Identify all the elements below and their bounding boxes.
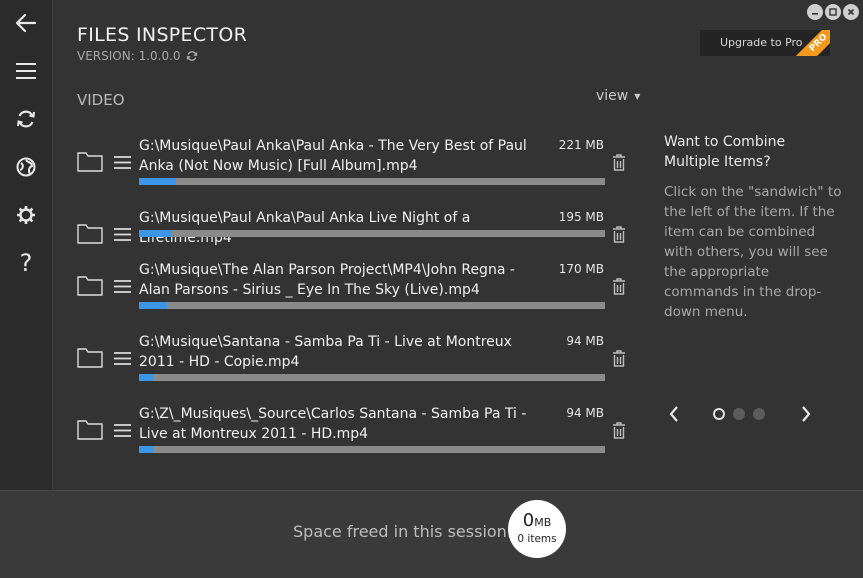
update-check-icon[interactable] <box>186 50 198 62</box>
trash-icon[interactable] <box>612 154 626 171</box>
file-progress-fill <box>139 446 153 453</box>
help-button[interactable]: ? <box>6 245 46 281</box>
file-progress-bar <box>139 302 605 309</box>
close-button[interactable] <box>843 4 859 20</box>
file-name: G:\Musique\Santana - Samba Pa Ti - Live … <box>139 334 512 370</box>
minimize-button[interactable] <box>807 4 823 20</box>
sidebar: ? <box>0 0 53 490</box>
sandwich-menu-icon[interactable] <box>114 424 131 437</box>
carousel-dot[interactable] <box>753 408 765 420</box>
trash-icon[interactable] <box>612 278 626 295</box>
space-freed-indicator: 0MB 0 items <box>508 500 566 558</box>
footer: Space freed in this session: 0MB 0 items <box>0 490 863 578</box>
refresh-button[interactable] <box>6 101 46 137</box>
file-row: G:\Z\_Musiques\_Source\Carlos Santana - … <box>77 404 637 460</box>
freed-items: 0 items <box>517 533 557 545</box>
file-name: G:\Z\_Musiques\_Source\Carlos Santana - … <box>139 406 527 442</box>
file-size: 221 MB <box>558 138 604 152</box>
file-size: 170 MB <box>558 262 604 276</box>
file-progress-fill <box>139 178 177 185</box>
question-icon: ? <box>19 249 33 277</box>
trash-icon[interactable] <box>612 226 626 243</box>
sandwich-menu-icon[interactable] <box>114 352 131 365</box>
file-name: G:\Musique\The Alan Parson Project\MP4\J… <box>139 262 515 298</box>
app-title: FILES INSPECTOR <box>77 24 248 46</box>
file-progress-bar <box>139 178 605 185</box>
freed-unit: MB <box>534 516 552 529</box>
file-size: 195 MB <box>558 210 604 224</box>
version-info: VERSION: 1.0.0.0 <box>77 49 198 63</box>
gear-icon <box>17 206 35 224</box>
file-row: G:\Musique\The Alan Parson Project\MP4\J… <box>77 260 637 316</box>
settings-button[interactable] <box>6 197 46 233</box>
folder-icon[interactable] <box>77 346 103 368</box>
freed-size: 0 <box>522 510 535 531</box>
folder-icon[interactable] <box>77 222 103 244</box>
back-button[interactable] <box>6 5 46 41</box>
folder-icon[interactable] <box>77 274 103 296</box>
file-size: 94 MB <box>566 406 604 420</box>
maximize-icon <box>829 8 837 16</box>
folder-icon[interactable] <box>77 150 103 172</box>
arrow-left-icon <box>15 13 37 33</box>
close-icon <box>847 8 855 16</box>
upgrade-to-pro-button[interactable]: Upgrade to Pro PRO <box>700 30 830 56</box>
upgrade-label: Upgrade to Pro <box>720 36 803 49</box>
trash-icon[interactable] <box>612 422 626 439</box>
carousel-dots <box>713 408 765 420</box>
carousel-dot[interactable] <box>713 408 725 420</box>
refresh-icon <box>17 110 35 128</box>
carousel-dot[interactable] <box>733 408 745 420</box>
sandwich-menu-icon[interactable] <box>114 280 131 293</box>
tip-body: Click on the "sandwich" to the left of t… <box>664 184 842 320</box>
sandwich-menu-icon[interactable] <box>114 156 131 169</box>
space-freed-value: 0MB <box>523 512 552 532</box>
folder-icon[interactable] <box>77 418 103 440</box>
space-freed-label: Space freed in this session: <box>293 522 513 541</box>
file-progress-bar <box>139 230 605 237</box>
chevron-left-icon[interactable] <box>668 405 680 423</box>
globe-button[interactable] <box>6 149 46 185</box>
chevron-right-icon[interactable] <box>800 405 812 423</box>
chevron-down-icon: ▼ <box>634 91 641 101</box>
file-progress-bar <box>139 446 605 453</box>
file-progress-fill <box>139 374 153 381</box>
hamburger-icon <box>16 63 36 79</box>
file-name: G:\Musique\Paul Anka\Paul Anka Live Nigh… <box>139 210 471 246</box>
minimize-icon <box>812 13 818 15</box>
file-progress-fill <box>139 302 167 309</box>
section-title: VIDEO <box>77 91 125 109</box>
file-name: G:\Musique\Paul Anka\Paul Anka - The Ver… <box>139 138 527 174</box>
sandwich-menu-icon[interactable] <box>114 228 131 241</box>
view-label: view <box>596 88 629 104</box>
file-row: G:\Musique\Paul Anka\Paul Anka Live Nigh… <box>77 208 637 264</box>
file-row: G:\Musique\Paul Anka\Paul Anka - The Ver… <box>77 136 637 192</box>
view-dropdown[interactable]: view ▼ <box>596 88 640 104</box>
version-label: VERSION: 1.0.0.0 <box>77 49 181 63</box>
globe-icon <box>16 157 36 177</box>
trash-icon[interactable] <box>612 350 626 367</box>
file-row: G:\Musique\Santana - Samba Pa Ti - Live … <box>77 332 637 388</box>
maximize-button[interactable] <box>825 4 841 20</box>
file-size: 94 MB <box>566 334 604 348</box>
file-progress-fill <box>139 230 172 237</box>
menu-button[interactable] <box>6 53 46 89</box>
file-progress-bar <box>139 374 605 381</box>
window-controls <box>807 4 859 20</box>
tip-title: Want to Combine Multiple Items? <box>664 134 786 170</box>
